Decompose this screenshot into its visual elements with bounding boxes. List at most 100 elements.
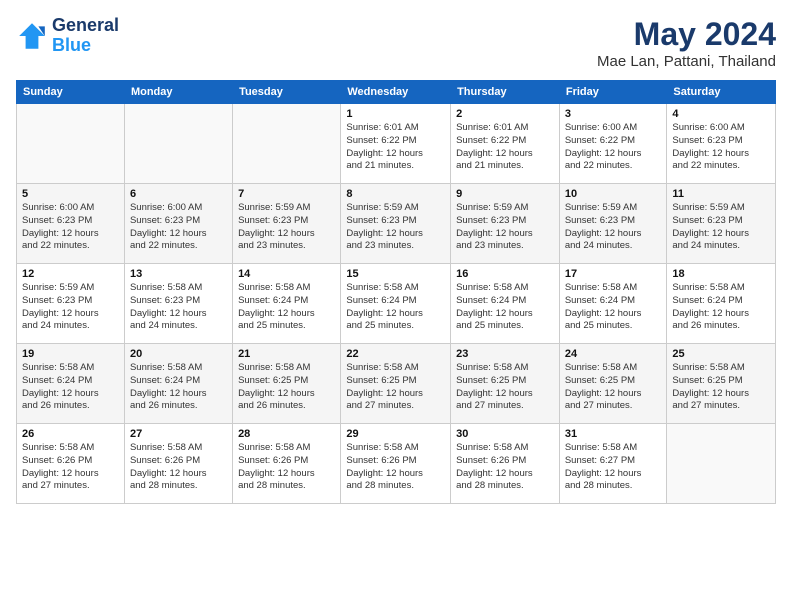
day-number: 9 (456, 188, 554, 200)
calendar-cell: 10 Sunrise: 5:59 AM Sunset: 6:23 PM Dayli… (559, 184, 667, 264)
day-info: Sunrise: 5:58 AM Sunset: 6:24 PM Dayligh… (238, 282, 335, 333)
weekday-header-friday: Friday (559, 81, 667, 104)
day-number: 4 (672, 108, 770, 120)
title-block: May 2024 Mae Lan, Pattani, Thailand (597, 16, 776, 70)
day-number: 11 (672, 188, 770, 200)
calendar-cell: 28Sunrise: 5:58 AM Sunset: 6:26 PM Dayli… (233, 424, 341, 504)
day-info: Sunrise: 5:58 AM Sunset: 6:27 PM Dayligh… (565, 442, 662, 493)
calendar-cell: 13 Sunrise: 5:58 AM Sunset: 6:23 PM Dayli… (124, 264, 232, 344)
day-info: Sunrise: 5:58 AM Sunset: 6:23 PM Dayligh… (130, 282, 227, 333)
day-number: 12 (22, 268, 119, 280)
day-info: Sunrise: 5:58 AM Sunset: 6:24 PM Dayligh… (672, 282, 770, 333)
calendar-cell: 5 Sunrise: 6:00 AM Sunset: 6:23 PM Daylig… (17, 184, 125, 264)
day-info: Sunrise: 5:58 AM Sunset: 6:24 PM Dayligh… (456, 282, 554, 333)
day-info: Sunrise: 5:58 AM Sunset: 6:25 PM Dayligh… (456, 362, 554, 413)
calendar-cell: 6 Sunrise: 6:00 AM Sunset: 6:23 PM Daylig… (124, 184, 232, 264)
day-number: 14 (238, 268, 335, 280)
day-number: 16 (456, 268, 554, 280)
calendar-cell: 27 Sunrise: 5:58 AM Sunset: 6:26 PM Dayli… (124, 424, 232, 504)
day-number: 7 (238, 188, 335, 200)
calendar-cell: 9 Sunrise: 5:59 AM Sunset: 6:23 PM Daylig… (451, 184, 560, 264)
day-number: 27 (130, 428, 227, 440)
day-number: 26 (22, 428, 119, 440)
page-header: General Blue May 2024 Mae Lan, Pattani, … (16, 16, 776, 70)
calendar-cell: 29 Sunrise: 5:58 AM Sunset: 6:26 PM Dayli… (341, 424, 451, 504)
day-info: Sunrise: 5:58 AM Sunset: 6:24 PM Dayligh… (346, 282, 445, 333)
calendar-cell: 26Sunrise: 5:58 AM Sunset: 6:26 PM Dayli… (17, 424, 125, 504)
weekday-header-row: SundayMondayTuesdayWednesdayThursdayFrid… (17, 81, 776, 104)
day-info: Sunrise: 6:01 AM Sunset: 6:22 PM Dayligh… (456, 122, 554, 173)
day-info: Sunrise: 5:59 AM Sunset: 6:23 PM Dayligh… (565, 202, 662, 253)
day-info: Sunrise: 6:00 AM Sunset: 6:23 PM Dayligh… (130, 202, 227, 253)
day-number: 24 (565, 348, 662, 360)
weekday-header-saturday: Saturday (667, 81, 776, 104)
calendar-cell: 2Sunrise: 6:01 AM Sunset: 6:22 PM Daylig… (451, 104, 560, 184)
day-number: 10 (565, 188, 662, 200)
calendar-week-1: 1Sunrise: 6:01 AM Sunset: 6:22 PM Daylig… (17, 104, 776, 184)
day-info: Sunrise: 5:59 AM Sunset: 6:23 PM Dayligh… (672, 202, 770, 253)
day-number: 13 (130, 268, 227, 280)
weekday-header-tuesday: Tuesday (233, 81, 341, 104)
calendar-cell: 8 Sunrise: 5:59 AM Sunset: 6:23 PM Daylig… (341, 184, 451, 264)
day-info: Sunrise: 5:58 AM Sunset: 6:25 PM Dayligh… (346, 362, 445, 413)
day-info: Sunrise: 5:58 AM Sunset: 6:24 PM Dayligh… (565, 282, 662, 333)
day-number: 6 (130, 188, 227, 200)
logo: General Blue (16, 16, 119, 56)
calendar-cell (667, 424, 776, 504)
day-number: 17 (565, 268, 662, 280)
day-info: Sunrise: 5:58 AM Sunset: 6:25 PM Dayligh… (238, 362, 335, 413)
calendar-cell (233, 104, 341, 184)
logo-text: General Blue (52, 16, 119, 56)
day-number: 31 (565, 428, 662, 440)
calendar-cell: 23Sunrise: 5:58 AM Sunset: 6:25 PM Dayli… (451, 344, 560, 424)
calendar-week-3: 12 Sunrise: 5:59 AM Sunset: 6:23 PM Dayli… (17, 264, 776, 344)
calendar-cell: 25Sunrise: 5:58 AM Sunset: 6:25 PM Dayli… (667, 344, 776, 424)
day-info: Sunrise: 5:59 AM Sunset: 6:23 PM Dayligh… (456, 202, 554, 253)
day-number: 19 (22, 348, 119, 360)
day-info: Sunrise: 5:58 AM Sunset: 6:24 PM Dayligh… (130, 362, 227, 413)
calendar-cell: 21 Sunrise: 5:58 AM Sunset: 6:25 PM Dayli… (233, 344, 341, 424)
calendar-cell: 11 Sunrise: 5:59 AM Sunset: 6:23 PM Dayli… (667, 184, 776, 264)
day-number: 30 (456, 428, 554, 440)
calendar-cell: 4 Sunrise: 6:00 AM Sunset: 6:23 PM Daylig… (667, 104, 776, 184)
calendar-cell: 31 Sunrise: 5:58 AM Sunset: 6:27 PM Dayli… (559, 424, 667, 504)
day-number: 5 (22, 188, 119, 200)
calendar-cell: 20 Sunrise: 5:58 AM Sunset: 6:24 PM Dayli… (124, 344, 232, 424)
day-info: Sunrise: 5:58 AM Sunset: 6:26 PM Dayligh… (346, 442, 445, 493)
calendar-week-5: 26 Sunrise: 5:58 AM Sunset: 6:26 PM Dayli… (17, 424, 776, 504)
calendar-cell: 16 Sunrise: 5:58 AM Sunset: 6:24 PM Dayli… (451, 264, 560, 344)
calendar-cell: 18Sunrise: 5:58 AM Sunset: 6:24 PM Dayli… (667, 264, 776, 344)
day-info: Sunrise: 6:00 AM Sunset: 6:23 PM Dayligh… (672, 122, 770, 173)
day-info: Sunrise: 5:59 AM Sunset: 6:23 PM Dayligh… (22, 282, 119, 333)
day-info: Sunrise: 5:59 AM Sunset: 6:23 PM Dayligh… (346, 202, 445, 253)
calendar-cell: 24Sunrise: 5:58 AM Sunset: 6:25 PM Dayli… (559, 344, 667, 424)
calendar-cell: 14 Sunrise: 5:58 AM Sunset: 6:24 PM Dayli… (233, 264, 341, 344)
day-number: 8 (346, 188, 445, 200)
calendar-cell: 12 Sunrise: 5:59 AM Sunset: 6:23 PM Dayli… (17, 264, 125, 344)
calendar-body: 1Sunrise: 6:01 AM Sunset: 6:22 PM Daylig… (17, 104, 776, 504)
day-number: 3 (565, 108, 662, 120)
weekday-header-thursday: Thursday (451, 81, 560, 104)
day-info: Sunrise: 5:58 AM Sunset: 6:24 PM Dayligh… (22, 362, 119, 413)
day-info: Sunrise: 6:00 AM Sunset: 6:23 PM Dayligh… (22, 202, 119, 253)
calendar-cell: 15 Sunrise: 5:58 AM Sunset: 6:24 PM Dayli… (341, 264, 451, 344)
weekday-header-sunday: Sunday (17, 81, 125, 104)
day-number: 21 (238, 348, 335, 360)
calendar-cell: 19 Sunrise: 5:58 AM Sunset: 6:24 PM Dayli… (17, 344, 125, 424)
day-number: 20 (130, 348, 227, 360)
calendar-cell: 1Sunrise: 6:01 AM Sunset: 6:22 PM Daylig… (341, 104, 451, 184)
calendar-cell: 22Sunrise: 5:58 AM Sunset: 6:25 PM Dayli… (341, 344, 451, 424)
calendar-cell (124, 104, 232, 184)
day-info: Sunrise: 5:58 AM Sunset: 6:26 PM Dayligh… (238, 442, 335, 493)
day-number: 25 (672, 348, 770, 360)
day-number: 29 (346, 428, 445, 440)
calendar-cell: 3Sunrise: 6:00 AM Sunset: 6:22 PM Daylig… (559, 104, 667, 184)
weekday-header-wednesday: Wednesday (341, 81, 451, 104)
day-number: 15 (346, 268, 445, 280)
day-info: Sunrise: 5:58 AM Sunset: 6:26 PM Dayligh… (130, 442, 227, 493)
calendar-week-4: 19 Sunrise: 5:58 AM Sunset: 6:24 PM Dayli… (17, 344, 776, 424)
day-info: Sunrise: 5:58 AM Sunset: 6:26 PM Dayligh… (456, 442, 554, 493)
calendar-cell: 7Sunrise: 5:59 AM Sunset: 6:23 PM Daylig… (233, 184, 341, 264)
calendar-cell: 17 Sunrise: 5:58 AM Sunset: 6:24 PM Dayli… (559, 264, 667, 344)
calendar-table: SundayMondayTuesdayWednesdayThursdayFrid… (16, 80, 776, 504)
